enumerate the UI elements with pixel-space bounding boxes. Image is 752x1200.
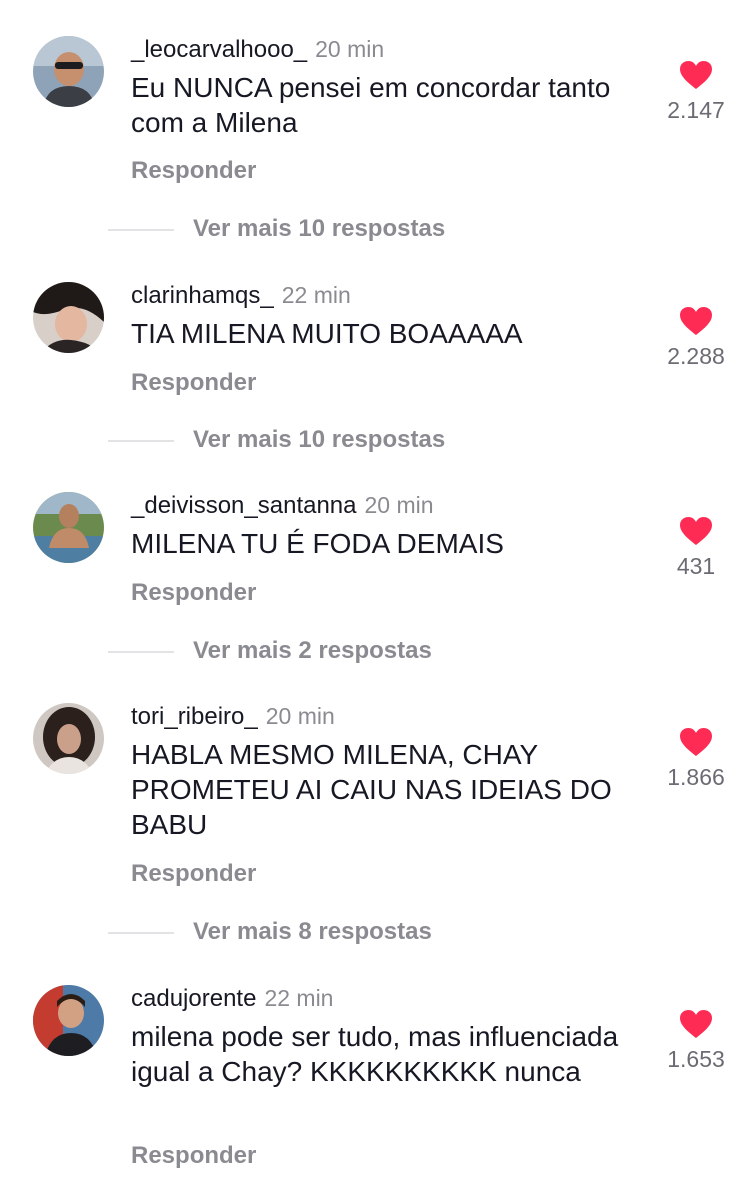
avatar[interactable]: [33, 36, 104, 107]
username[interactable]: _deivisson_santanna: [131, 492, 357, 519]
comment-header: _leocarvalhooo_ 20 min: [131, 34, 384, 68]
username[interactable]: clarinhamqs_: [131, 282, 274, 309]
comment-header: tori_ribeiro_ 20 min: [131, 701, 335, 735]
timestamp: 20 min: [315, 36, 385, 62]
comment-text: MILENA TU É FODA DEMAIS: [131, 528, 504, 559]
reply-button[interactable]: Responder: [131, 578, 256, 608]
comment-header: clarinhamqs_ 22 min: [131, 280, 351, 314]
view-more-label: Ver mais 10 respostas: [193, 426, 446, 453]
like-button[interactable]: 2.288: [650, 306, 742, 370]
timestamp: 20 min: [364, 492, 434, 518]
comment-text: milena pode ser tudo, mas influenciada i…: [131, 1021, 619, 1087]
like-button[interactable]: 1.653: [650, 1009, 742, 1073]
avatar[interactable]: [33, 492, 104, 563]
timestamp: 22 min: [264, 985, 334, 1011]
avatar[interactable]: [33, 985, 104, 1056]
like-count: 431: [676, 553, 716, 579]
comment-header: _deivisson_santanna 20 min: [131, 490, 434, 524]
divider-line: [108, 932, 174, 934]
like-count: 1.653: [667, 1046, 725, 1072]
timestamp: 20 min: [265, 703, 335, 729]
comment-text: HABLA MESMO MILENA, CHAY PROMETEU AI CAI…: [131, 739, 612, 840]
like-button[interactable]: 431: [650, 516, 742, 580]
heart-icon: [680, 307, 712, 335]
comment-header: cadujorente 22 min: [131, 983, 333, 1017]
like-button[interactable]: 2.147: [650, 60, 742, 124]
divider-line: [108, 440, 174, 442]
username[interactable]: tori_ribeiro_: [131, 703, 258, 730]
heart-icon: [680, 517, 712, 545]
reply-button[interactable]: Responder: [131, 156, 256, 186]
reply-button[interactable]: Responder: [131, 859, 256, 889]
heart-icon: [680, 728, 712, 756]
comment-text: Eu NUNCA pensei em concordar tanto com a…: [131, 72, 611, 138]
avatar[interactable]: [33, 703, 104, 774]
like-button[interactable]: 1.866: [650, 727, 742, 791]
heart-icon: [680, 61, 712, 89]
reply-button[interactable]: Responder: [131, 368, 256, 398]
reply-button[interactable]: Responder: [131, 1141, 256, 1171]
divider-line: [108, 229, 174, 231]
view-more-label: Ver mais 2 respostas: [193, 637, 432, 664]
comment-text: TIA MILENA MUITO BOAAAAA: [131, 318, 523, 349]
username[interactable]: _leocarvalhooo_: [131, 36, 307, 63]
view-more-label: Ver mais 8 respostas: [193, 918, 432, 945]
timestamp: 22 min: [281, 282, 351, 308]
username[interactable]: cadujorente: [131, 985, 256, 1012]
like-count: 2.147: [667, 97, 725, 123]
view-more-label: Ver mais 10 respostas: [193, 215, 446, 242]
avatar[interactable]: [33, 282, 104, 353]
divider-line: [108, 651, 174, 653]
like-count: 2.288: [667, 343, 725, 369]
heart-icon: [680, 1010, 712, 1038]
like-count: 1.866: [667, 764, 725, 790]
